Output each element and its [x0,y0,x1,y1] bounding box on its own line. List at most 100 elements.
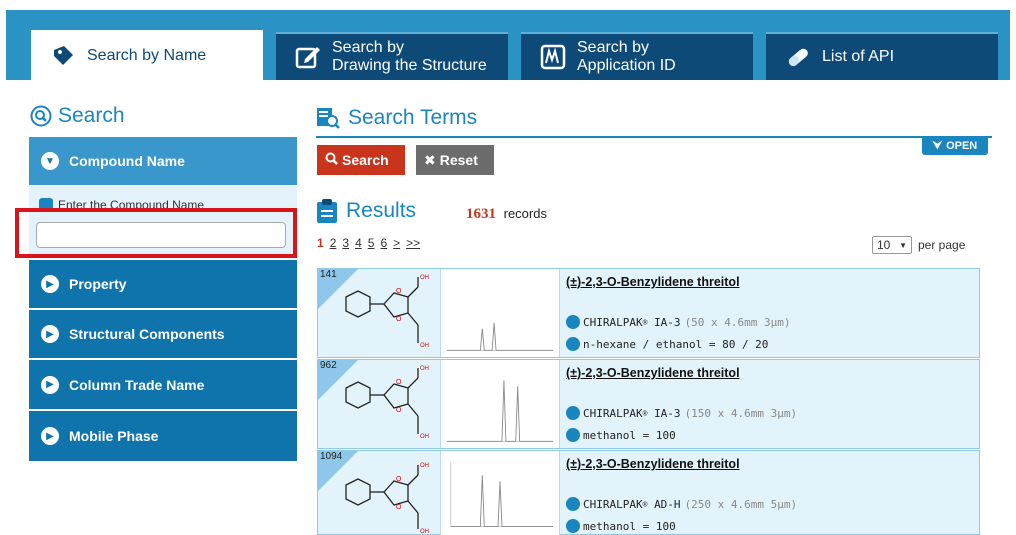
mobile-phase-text: methanol = 100 [583,519,676,533]
svg-text:OH: OH [420,343,429,349]
result-row[interactable]: 141 OO OH OH (±)-2,3-O-Benzylidene threi… [317,268,980,358]
column-model: IA-3 [654,406,681,420]
column-icon [566,315,580,329]
column-brand: CHIRALPAK [583,315,643,329]
search-circle-icon [30,105,52,127]
chart-box-icon [539,43,567,71]
column-icon [566,406,580,420]
pencil-square-icon [294,43,322,71]
result-info: (±)-2,3-O-Benzylidene threitol CHIRALPAK… [566,457,976,533]
svg-text:O: O [396,316,402,323]
column-line: CHIRALPAK ® IA-3 (50 x 4.6mm 3μm) [566,315,791,329]
result-info: (±)-2,3-O-Benzylidene threitol CHIRALPAK… [566,366,976,442]
tab-label: List of API [822,48,895,65]
accordion-label: Compound Name [69,153,185,169]
flask-icon [566,519,580,533]
chevron-right-icon: ▶ [41,325,59,343]
search-button[interactable]: Search [317,145,405,175]
accordion-property[interactable]: ▶ Property [29,260,297,308]
divider [316,136,992,138]
page-link[interactable]: 5 [368,236,375,250]
page-link[interactable]: 4 [355,236,362,250]
sidebar-title-text: Search [58,104,125,127]
tab-search-by-name[interactable]: Search by Name [31,30,263,82]
per-page-label: per page [918,238,966,252]
column-brand: CHIRALPAK [583,497,643,511]
records-label: records [503,206,547,221]
svg-text:O: O [396,476,402,483]
molecule-structure-image: O O OH OH [345,463,429,535]
mobile-phase-text: n-hexane / ethanol = 80 / 20 [583,337,769,351]
svg-text:OH: OH [420,463,429,469]
column-line: CHIRALPAK ® IA-3 (150 x 4.6mm 3μm) [566,406,797,420]
capsule-icon [784,43,812,71]
compound-name-link[interactable]: (±)-2,3-O-Benzylidene threitol [566,275,976,289]
page-last[interactable]: >> [406,236,420,250]
flask-icon [566,428,580,442]
chevron-right-icon: ▶ [41,375,59,394]
accordion-compound-name[interactable]: ▼ Compound Name [29,137,297,185]
column-model: AD-H [654,497,681,511]
highlight-annotation-box [15,208,297,258]
accordion-label: Structural Components [69,326,225,342]
result-row[interactable]: 962 OO OH OH (±)-2,3-O-Benzylidene threi… [317,359,980,449]
svg-text:O: O [396,504,402,511]
column-icon [566,497,580,511]
column-dims: (50 x 4.6mm 3μm) [684,315,791,329]
chromatogram-image [440,360,560,448]
tab-search-by-structure[interactable]: Search by Drawing the Structure [276,32,508,80]
page-link[interactable]: 2 [330,236,337,250]
page-next[interactable]: > [393,236,400,250]
page-link[interactable]: 6 [380,236,387,250]
mobile-phase-line: methanol = 100 [566,519,676,533]
pagination: 1 2 3 4 5 6 > >> [317,236,420,250]
column-model: IA-3 [654,315,681,329]
accordion-column-trade-name[interactable]: ▶ Column Trade Name [29,360,297,409]
search-terms-title: Search Terms [348,106,478,129]
svg-text:OH: OH [420,434,429,440]
column-dims: (250 x 4.6mm 5μm) [684,497,798,511]
result-row[interactable]: 1094 OO OH OH (±)-2,3-O-Benzylidene thre… [317,450,980,535]
svg-text:O: O [396,288,402,295]
accordion-structural-components[interactable]: ▶ Structural Components [29,310,297,358]
compound-name-link[interactable]: (±)-2,3-O-Benzylidene threitol [566,457,976,471]
records-number: 1631 [466,206,496,222]
svg-text:OH: OH [420,529,429,535]
mobile-phase-text: methanol = 100 [583,428,676,442]
accordion-label: Column Trade Name [69,376,205,393]
page-link-current[interactable]: 1 [317,236,324,250]
search-icon [325,152,338,168]
open-label: OPEN [946,140,978,152]
chromatogram-image [440,269,560,357]
tab-label: Search by Drawing the Structure [332,39,487,74]
tab-label: Search by Application ID [577,39,676,74]
double-chevron-down-icon: ⮟ [932,139,943,152]
molecule-structure-image: O O OH OH [345,366,429,440]
records-count: 1631 records [466,206,547,223]
tab-search-by-application-id[interactable]: Search by Application ID [521,32,753,80]
per-page-select[interactable]: 10 ▼ [872,236,912,254]
flask-icon [566,337,580,351]
clipboard-icon [316,198,338,224]
tab-list-of-api[interactable]: List of API [766,32,998,80]
chevron-right-icon: ▶ [41,427,59,445]
accordion-mobile-phase[interactable]: ▶ Mobile Phase [29,411,297,461]
accordion-label: Property [69,276,127,292]
results-heading: Results [316,198,416,224]
reset-button[interactable]: ✖ Reset [416,145,494,175]
mobile-phase-line: methanol = 100 [566,428,676,442]
tag-icon [49,42,77,70]
search-document-icon [316,107,340,129]
chevron-down-icon: ▼ [899,240,907,250]
mobile-phase-line: n-hexane / ethanol = 80 / 20 [566,337,768,351]
compound-name-link[interactable]: (±)-2,3-O-Benzylidene threitol [566,366,976,380]
results-title: Results [346,199,417,222]
per-page-control: 10 ▼ per page [872,236,965,254]
tab-label: Search by Name [87,47,207,64]
search-terms-heading: Search Terms [316,106,477,130]
svg-text:O: O [396,407,402,414]
open-button[interactable]: ⮟ OPEN [922,137,988,155]
svg-text:OH: OH [420,275,429,281]
molecule-structure-image: O O OH OH [345,275,429,349]
page-link[interactable]: 3 [342,236,349,250]
